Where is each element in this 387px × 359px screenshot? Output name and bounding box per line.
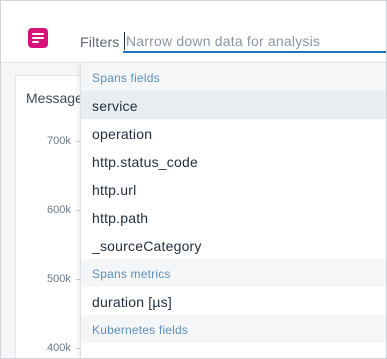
section-header-kubernetes-fields: Kubernetes fields bbox=[81, 315, 386, 343]
option-duration[interactable]: duration [µs] bbox=[81, 287, 386, 315]
filters-label: Filters bbox=[80, 34, 120, 50]
option-label: http.path bbox=[92, 210, 149, 226]
option-service[interactable]: service bbox=[81, 91, 386, 119]
option-label: operation bbox=[92, 126, 153, 142]
option-label: duration [µs] bbox=[92, 294, 172, 310]
y-tick-label: 500k bbox=[47, 273, 71, 285]
option-source-category[interactable]: _sourceCategory bbox=[81, 231, 386, 259]
section-header-spans-fields: Spans fields bbox=[81, 63, 386, 91]
filter-input[interactable] bbox=[126, 29, 382, 53]
panel-title: Message bbox=[26, 90, 83, 106]
y-tick-label: 600k bbox=[47, 204, 71, 216]
option-label: _sourceCategory bbox=[92, 238, 202, 254]
option-label: service bbox=[92, 98, 138, 114]
filter-suggestions-dropdown: Spans fields service operation http.stat… bbox=[80, 62, 386, 358]
section-header-spans-metrics: Spans metrics bbox=[81, 259, 386, 287]
section-header-label: Spans fields bbox=[92, 71, 160, 85]
option-partially-visible[interactable] bbox=[81, 343, 386, 358]
y-tick-label: 700k bbox=[47, 135, 71, 147]
option-label: http.status_code bbox=[92, 154, 198, 170]
option-http-url[interactable]: http.url bbox=[81, 175, 386, 203]
option-http-path[interactable]: http.path bbox=[81, 203, 386, 231]
filter-bar: Filters bbox=[1, 1, 386, 63]
option-label: http.url bbox=[92, 182, 137, 198]
section-header-label: Spans metrics bbox=[92, 267, 171, 281]
option-http-status-code[interactable]: http.status_code bbox=[81, 147, 386, 175]
y-tick-label: 400k bbox=[47, 342, 71, 354]
section-header-label: Kubernetes fields bbox=[92, 323, 189, 337]
filter-input-underline bbox=[123, 51, 386, 53]
app-frame: Filters Message 700k 600k 500k 400k Span… bbox=[0, 0, 387, 359]
option-operation[interactable]: operation bbox=[81, 119, 386, 147]
text-caret bbox=[124, 32, 125, 50]
dashboard-icon[interactable] bbox=[28, 28, 48, 48]
